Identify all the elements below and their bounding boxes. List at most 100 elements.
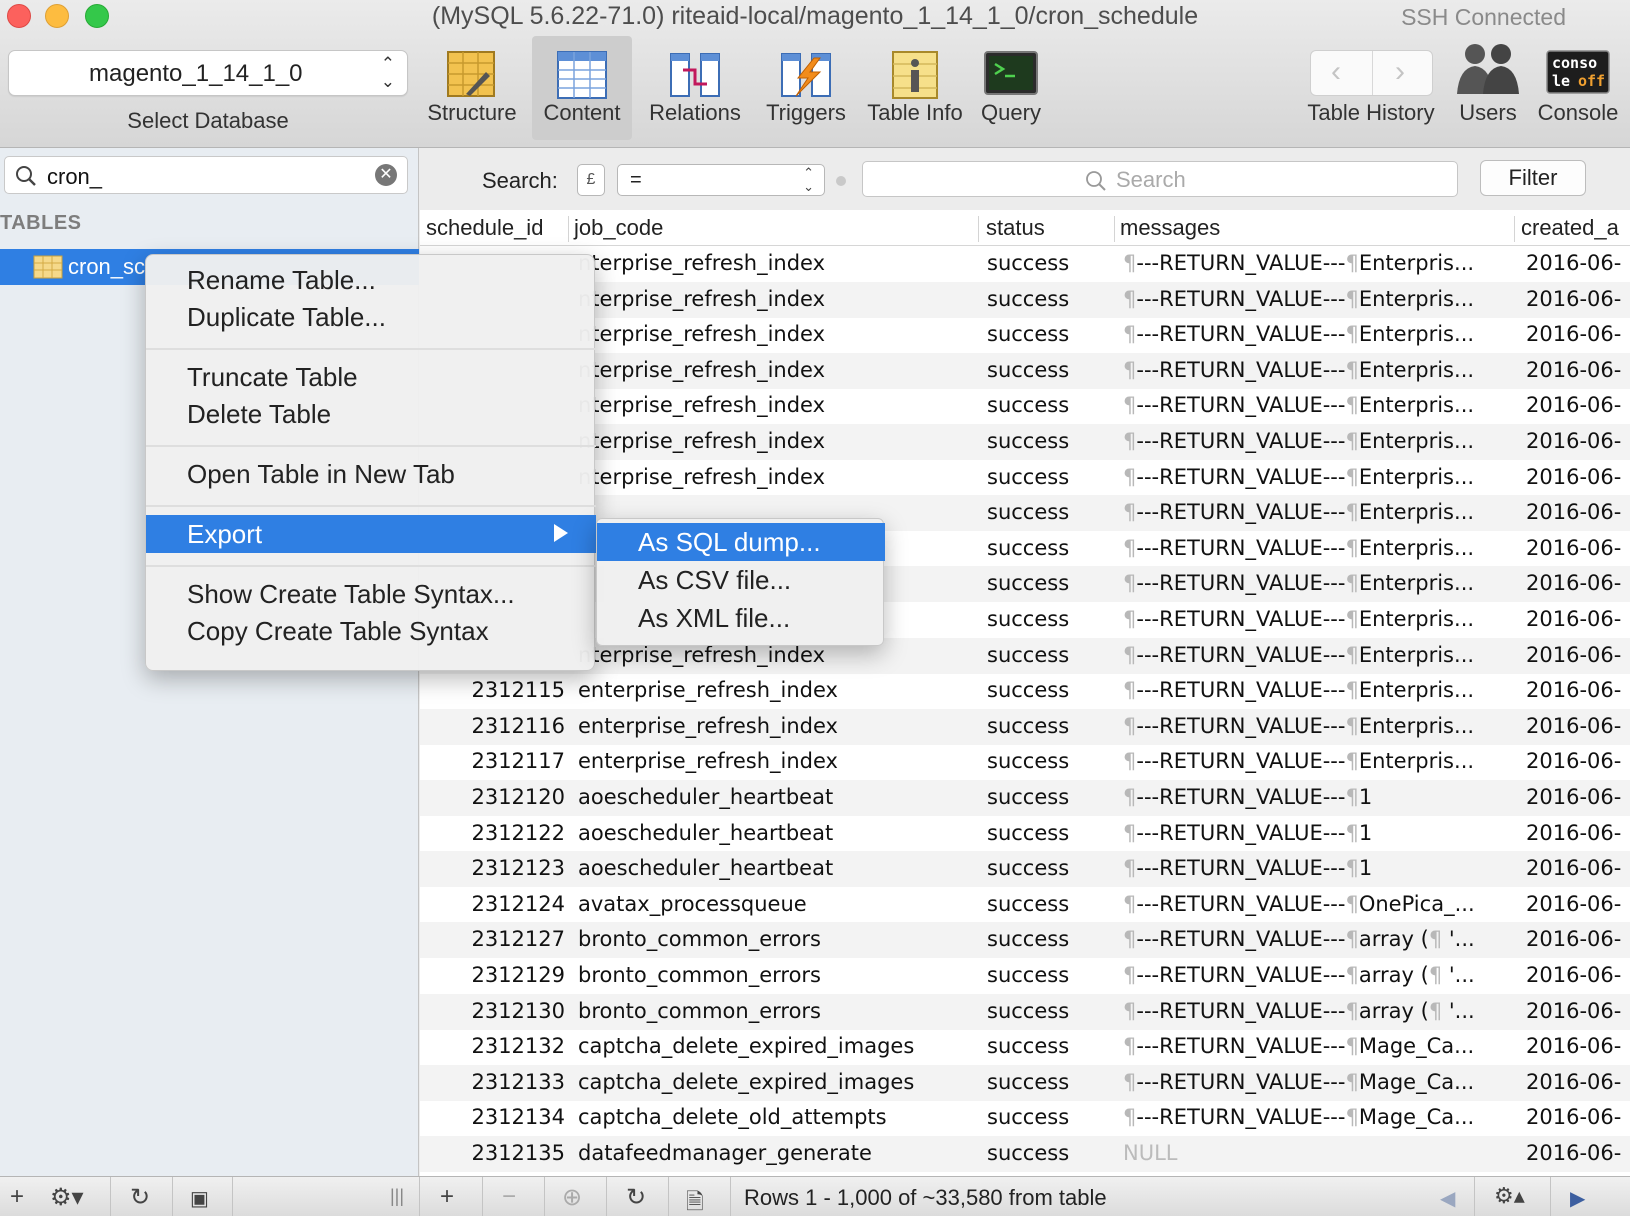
cell-messages[interactable]: ¶---RETURN_VALUE---¶array (¶ '... [1123,963,1508,987]
cell-schedule-id[interactable]: 2312133 [420,1070,565,1094]
table-row[interactable]: 2312122 aoescheduler_heartbeat success ¶---… [420,816,1630,852]
cell-messages[interactable]: ¶---RETURN_VALUE---¶1 [1123,856,1508,880]
cell-messages[interactable]: ¶---RETURN_VALUE---¶OnePica_... [1123,892,1508,916]
cell-created-at[interactable]: 2016-06- [1526,607,1621,631]
cell-created-at[interactable]: 2016-06- [1526,429,1621,453]
cell-messages[interactable]: ¶---RETURN_VALUE---¶Enterpris... [1123,465,1508,489]
split-handle-icon[interactable]: ||| [390,1186,404,1207]
cell-status[interactable]: success [987,821,1069,845]
delete-row-icon[interactable]: − [502,1183,516,1211]
table-info-button[interactable]: Table Info [856,36,974,140]
cell-status[interactable]: success [987,1034,1069,1058]
cell-created-at[interactable]: 2016-06- [1526,465,1621,489]
cell-created-at[interactable]: 2016-06- [1526,999,1621,1023]
toggle-info-pane-icon[interactable]: ▣ [190,1186,209,1211]
table-row[interactable]: nterprise_refresh_index success ¶---RETURN… [420,388,1630,424]
cell-status[interactable]: success [987,322,1069,346]
console-button[interactable]: conso le off Console [1528,36,1628,140]
cell-schedule-id[interactable]: 2312127 [420,927,565,951]
column-header-job-code[interactable]: job_code [574,215,663,241]
cell-status[interactable]: success [987,927,1069,951]
cell-job-code[interactable]: enterprise_refresh_index [578,678,838,702]
structure-button[interactable]: Structure [418,36,526,140]
cell-messages[interactable]: ¶---RETURN_VALUE---¶array (¶ '... [1123,999,1508,1023]
cell-job-code[interactable]: nterprise_refresh_index [578,322,825,346]
cell-messages[interactable]: ¶---RETURN_VALUE---¶Enterpris... [1123,251,1508,275]
table-row[interactable]: nterprise_refresh_index success ¶---RETURN… [420,246,1630,282]
cell-status[interactable]: success [987,999,1069,1023]
table-filter-input[interactable]: cron_ ✕ [4,156,408,194]
cell-status[interactable]: success [987,287,1069,311]
search-input[interactable]: Search [862,161,1458,197]
menu-item-copy-create-syntax[interactable]: Copy Create Table Syntax [146,612,596,650]
cell-job-code[interactable]: nterprise_refresh_index [578,358,825,382]
cell-created-at[interactable]: 2016-06- [1526,536,1621,560]
cell-status[interactable]: success [987,429,1069,453]
menu-item-export[interactable]: Export [146,515,596,553]
cell-messages[interactable]: ¶---RETURN_VALUE---¶Enterpris... [1123,749,1508,773]
cell-messages[interactable]: ¶---RETURN_VALUE---¶1 [1123,821,1508,845]
cell-job-code[interactable]: enterprise_refresh_index [578,714,838,738]
filter-button[interactable]: Filter [1480,160,1586,196]
cell-created-at[interactable]: 2016-06- [1526,785,1621,809]
table-row[interactable]: 2312127 bronto_common_errors success ¶---RE… [420,922,1630,959]
add-table-icon[interactable]: + [10,1183,24,1211]
previous-page-icon[interactable]: ◀ [1440,1186,1455,1211]
menu-item-delete-table[interactable]: Delete Table [146,395,596,433]
cell-created-at[interactable]: 2016-06- [1526,643,1621,667]
query-button[interactable]: Query [968,36,1054,140]
cell-job-code[interactable]: datafeedmanager_generate [578,1141,872,1165]
cell-created-at[interactable]: 2016-06- [1526,1070,1621,1094]
cell-status[interactable]: success [987,643,1069,667]
cell-created-at[interactable]: 2016-06- [1526,358,1621,382]
database-select[interactable]: magento_1_14_1_0 ⌃ ⌄ [8,50,408,96]
cell-schedule-id[interactable]: 2312130 [420,999,565,1023]
cell-messages[interactable]: ¶---RETURN_VALUE---¶Enterpris... [1123,678,1508,702]
menu-item-truncate-table[interactable]: Truncate Table [146,358,596,396]
cell-messages[interactable]: ¶---RETURN_VALUE---¶Enterpris... [1123,500,1508,524]
cell-messages[interactable]: ¶---RETURN_VALUE---¶Mage_Ca... [1123,1070,1508,1094]
table-row[interactable]: 2312133 captcha_delete_expired_images succ… [420,1064,1630,1101]
table-history-button[interactable]: Table History [1296,36,1446,140]
cell-status[interactable]: success [987,1141,1069,1165]
cell-schedule-id[interactable]: 2312129 [420,963,565,987]
cell-status[interactable]: success [987,1070,1069,1094]
table-row[interactable]: 2312129 bronto_common_errors success ¶---RE… [420,958,1630,994]
add-row-icon[interactable]: + [440,1183,454,1211]
cell-created-at[interactable]: 2016-06- [1526,500,1621,524]
cell-job-code[interactable]: captcha_delete_expired_images [578,1070,914,1094]
cell-status[interactable]: success [987,358,1069,382]
cell-messages[interactable]: ¶---RETURN_VALUE---¶Enterpris... [1123,429,1508,453]
table-row[interactable]: nterprise_refresh_index success ¶---RETURN… [420,281,1630,318]
cell-schedule-id[interactable]: 2312115 [420,678,565,702]
table-row[interactable]: nterprise_refresh_index success ¶---RETURN… [420,460,1630,496]
menu-item-show-create-syntax[interactable]: Show Create Table Syntax... [146,575,596,613]
next-page-icon[interactable]: ▶ [1570,1186,1585,1211]
table-row[interactable]: 2312115 enterprise_refresh_index success ¶-… [420,673,1630,709]
cell-job-code[interactable]: nterprise_refresh_index [578,287,825,311]
refresh-content-icon[interactable]: ↻ [626,1183,646,1212]
menu-item-open-in-new-tab[interactable]: Open Table in New Tab [146,455,596,493]
table-row[interactable]: 2312123 aoescheduler_heartbeat success ¶---… [420,851,1630,888]
cell-schedule-id[interactable]: 2312117 [420,749,565,773]
triggers-button[interactable]: Triggers [752,36,860,140]
cell-status[interactable]: success [987,785,1069,809]
cell-created-at[interactable]: 2016-06- [1526,1105,1621,1129]
cell-schedule-id[interactable]: 2312116 [420,714,565,738]
field-select[interactable]: £ [577,164,605,196]
table-row[interactable]: 2312116 enterprise_refresh_index success ¶-… [420,708,1630,745]
cell-job-code[interactable]: aoescheduler_heartbeat [578,785,833,809]
cell-messages[interactable]: ¶---RETURN_VALUE---¶Mage_Ca... [1123,1105,1508,1129]
clear-filter-icon[interactable]: ✕ [375,164,397,186]
table-row[interactable]: 2312130 bronto_common_errors success ¶---RE… [420,993,1630,1030]
cell-status[interactable]: success [987,678,1069,702]
cell-job-code[interactable]: avatax_processqueue [578,892,807,916]
cell-job-code[interactable]: nterprise_refresh_index [578,429,825,453]
cell-created-at[interactable]: 2016-06- [1526,714,1621,738]
cell-created-at[interactable]: 2016-06- [1526,1034,1621,1058]
cell-messages[interactable]: ¶---RETURN_VALUE---¶Enterpris... [1123,287,1508,311]
content-button[interactable]: Content [532,36,632,140]
menu-item-rename-table[interactable]: Rename Table... [146,261,596,299]
pagination-gear-icon[interactable]: ⚙▴ [1494,1183,1525,1209]
table-row[interactable]: 2312117 enterprise_refresh_index success ¶-… [420,744,1630,780]
